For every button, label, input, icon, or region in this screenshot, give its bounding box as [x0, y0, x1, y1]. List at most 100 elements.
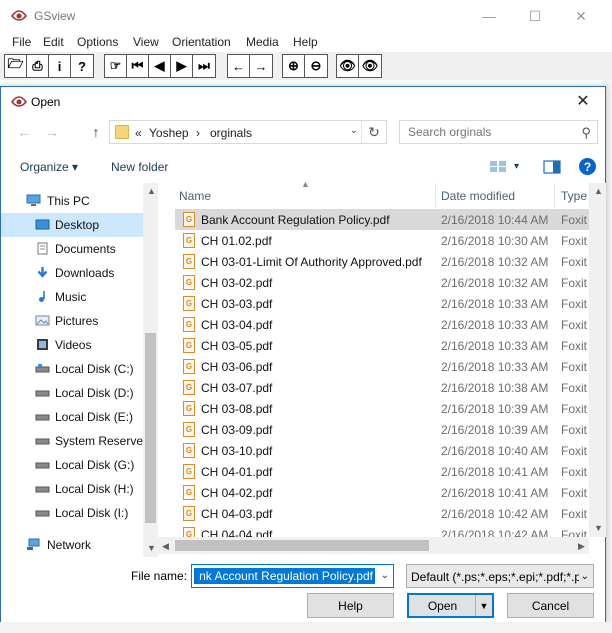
drive-icon [35, 438, 50, 445]
file-row[interactable]: G CH 03-02.pdf 2/16/2018 10:32 AM Foxit R [175, 272, 600, 293]
nav-item-documents[interactable]: Documents [1, 237, 143, 261]
print-icon[interactable]: ⎙ [27, 55, 49, 77]
nav-item-local-disk-e[interactable]: Local Disk (E:) [1, 405, 143, 429]
menu-file[interactable]: File [12, 35, 31, 49]
open-dropdown-icon[interactable]: ▼ [475, 595, 492, 616]
nav-item-music[interactable]: Music [1, 285, 143, 309]
forward-arrow-icon[interactable]: → [41, 121, 63, 143]
back-arrow-icon[interactable]: ← [13, 121, 35, 143]
open-button[interactable]: Open ▼ [407, 593, 494, 618]
cancel-button[interactable]: Cancel [507, 593, 594, 618]
find-next-icon[interactable]: 👁 [359, 55, 381, 77]
scroll-thumb[interactable] [145, 333, 156, 523]
forward-icon[interactable]: → [250, 55, 272, 77]
up-arrow-icon[interactable]: ↑ [85, 121, 107, 143]
minimize-button[interactable]: — [466, 0, 512, 32]
file-row[interactable]: G CH 03-10.pdf 2/16/2018 10:40 AM Foxit R [175, 440, 600, 461]
file-type-select[interactable]: Default (*.ps;*.eps;*.epi;*.pdf;*.p ⌄ [406, 564, 594, 588]
file-row[interactable]: G CH 03-03.pdf 2/16/2018 10:33 AM Foxit R [175, 293, 600, 314]
file-list-scrollbar[interactable]: ▲ ▼ [589, 183, 606, 537]
file-row[interactable]: G CH 04-03.pdf 2/16/2018 10:42 AM Foxit R [175, 503, 600, 524]
file-list-horizontal-scrollbar[interactable]: ◀ ▶ [158, 537, 589, 554]
file-row[interactable]: G CH 03-04.pdf 2/16/2018 10:33 AM Foxit R [175, 314, 600, 335]
search-input[interactable] [406, 124, 570, 140]
preview-pane-icon[interactable] [543, 160, 561, 174]
nav-item-videos[interactable]: Videos [1, 333, 143, 357]
column-divider[interactable] [435, 183, 436, 207]
file-row[interactable]: G CH 01.02.pdf 2/16/2018 10:30 AM Foxit R [175, 230, 600, 251]
file-row[interactable]: G CH 04-04.pdf 2/16/2018 10:42 AM Foxit R [175, 524, 600, 537]
organize-button[interactable]: Organize ▾ [20, 160, 78, 174]
file-row[interactable]: G CH 04-02.pdf 2/16/2018 10:41 AM Foxit R [175, 482, 600, 503]
view-dropdown-icon[interactable]: ▾ [514, 161, 519, 172]
navigation-pane-scrollbar[interactable]: ▲ ▼ [143, 183, 158, 557]
scroll-thumb[interactable] [175, 540, 429, 551]
address-bar[interactable]: « Yoshep › orginals ⌄ ↻ [109, 120, 387, 144]
menu-help[interactable]: Help [293, 35, 318, 49]
info-icon[interactable]: i [49, 55, 71, 77]
scroll-left-icon[interactable]: ◀ [162, 541, 169, 552]
column-name[interactable]: Name [179, 189, 211, 203]
maximize-button[interactable]: ☐ [512, 0, 558, 32]
file-row[interactable]: G CH 03-08.pdf 2/16/2018 10:39 AM Foxit R [175, 398, 600, 419]
file-row[interactable]: G CH 03-07.pdf 2/16/2018 10:38 AM Foxit R [175, 377, 600, 398]
next-page-icon[interactable]: ▶ [171, 55, 193, 77]
column-date-modified[interactable]: Date modified [441, 189, 515, 203]
view-options-icon[interactable] [489, 160, 507, 173]
nav-item-local-disk-h[interactable]: Local Disk (H:) [1, 477, 143, 501]
toolbar-group-history: ← → [227, 54, 273, 78]
file-row[interactable]: G CH 03-06.pdf 2/16/2018 10:33 AM Foxit R [175, 356, 600, 377]
scroll-down-icon[interactable]: ▼ [594, 523, 603, 533]
goto-page-icon[interactable]: ☞ [105, 55, 127, 77]
menu-view[interactable]: View [133, 35, 159, 49]
file-row[interactable]: G CH 03-01-Limit Of Authority Approved.pd… [175, 251, 600, 272]
address-dropdown-icon[interactable]: ⌄ [350, 125, 358, 136]
file-name-input[interactable]: nk Account Regulation Policy.pdf ⌄ [191, 564, 394, 588]
nav-item-pictures[interactable]: Pictures [1, 309, 143, 333]
column-divider[interactable] [554, 183, 555, 207]
chevron-down-icon[interactable]: ⌄ [381, 570, 389, 581]
scroll-right-icon[interactable]: ▶ [578, 541, 585, 552]
file-row[interactable]: G CH 03-09.pdf 2/16/2018 10:39 AM Foxit R [175, 419, 600, 440]
column-type[interactable]: Type [561, 189, 587, 203]
help-icon[interactable]: ? [579, 158, 596, 175]
scroll-up-icon[interactable]: ▲ [147, 186, 156, 196]
help-button[interactable]: Help [307, 593, 394, 618]
new-folder-button[interactable]: New folder [111, 160, 168, 174]
breadcrumb-yoshep[interactable]: Yoshep [149, 126, 189, 140]
menu-orientation[interactable]: Orientation [172, 35, 231, 49]
nav-item-local-disk-g[interactable]: Local Disk (G:) [1, 453, 143, 477]
nav-item-local-disk-c[interactable]: Local Disk (C:) [1, 357, 143, 381]
menu-options[interactable]: Options [77, 35, 118, 49]
nav-item-local-disk-d[interactable]: Local Disk (D:) [1, 381, 143, 405]
nav-item-desktop[interactable]: Desktop [1, 213, 143, 237]
breadcrumb-orginals[interactable]: orginals [210, 126, 252, 140]
nav-item-downloads[interactable]: Downloads [1, 261, 143, 285]
file-row[interactable]: G Bank Account Regulation Policy.pdf 2/16/… [175, 209, 600, 230]
nav-item-local-disk-i[interactable]: Local Disk (I:) [1, 501, 143, 525]
zoom-in-icon[interactable]: ⊕ [283, 55, 305, 77]
dialog-close-button[interactable]: ✕ [561, 87, 605, 115]
file-row[interactable]: G CH 04-01.pdf 2/16/2018 10:41 AM Foxit R [175, 461, 600, 482]
menu-edit[interactable]: Edit [43, 35, 64, 49]
find-text-icon[interactable]: 👁 [337, 55, 359, 77]
refresh-icon[interactable]: ↻ [361, 121, 386, 143]
open-folder-icon[interactable]: 🗁 [5, 55, 27, 77]
nav-item-system-reserved[interactable]: System Reserved [1, 429, 150, 453]
address-overflow[interactable]: « [135, 126, 142, 140]
scroll-up-icon[interactable]: ▲ [594, 186, 603, 196]
back-icon[interactable]: ← [228, 55, 250, 77]
nav-item-network[interactable]: Network [1, 533, 143, 557]
chevron-down-icon[interactable]: ⌄ [578, 571, 589, 582]
last-page-icon[interactable]: ⏭ [193, 55, 215, 77]
close-button[interactable]: ✕ [558, 0, 604, 32]
pdf-file-icon: G [183, 506, 195, 521]
help-icon[interactable]: ? [71, 55, 93, 77]
zoom-out-icon[interactable]: ⊖ [305, 55, 327, 77]
menu-media[interactable]: Media [246, 35, 279, 49]
nav-item-this-pc[interactable]: This PC [1, 189, 143, 213]
file-row[interactable]: G CH 03-05.pdf 2/16/2018 10:33 AM Foxit R [175, 335, 600, 356]
first-page-icon[interactable]: ⏮ [127, 55, 149, 77]
previous-page-icon[interactable]: ◀ [149, 55, 171, 77]
scroll-down-icon[interactable]: ▼ [147, 543, 156, 553]
